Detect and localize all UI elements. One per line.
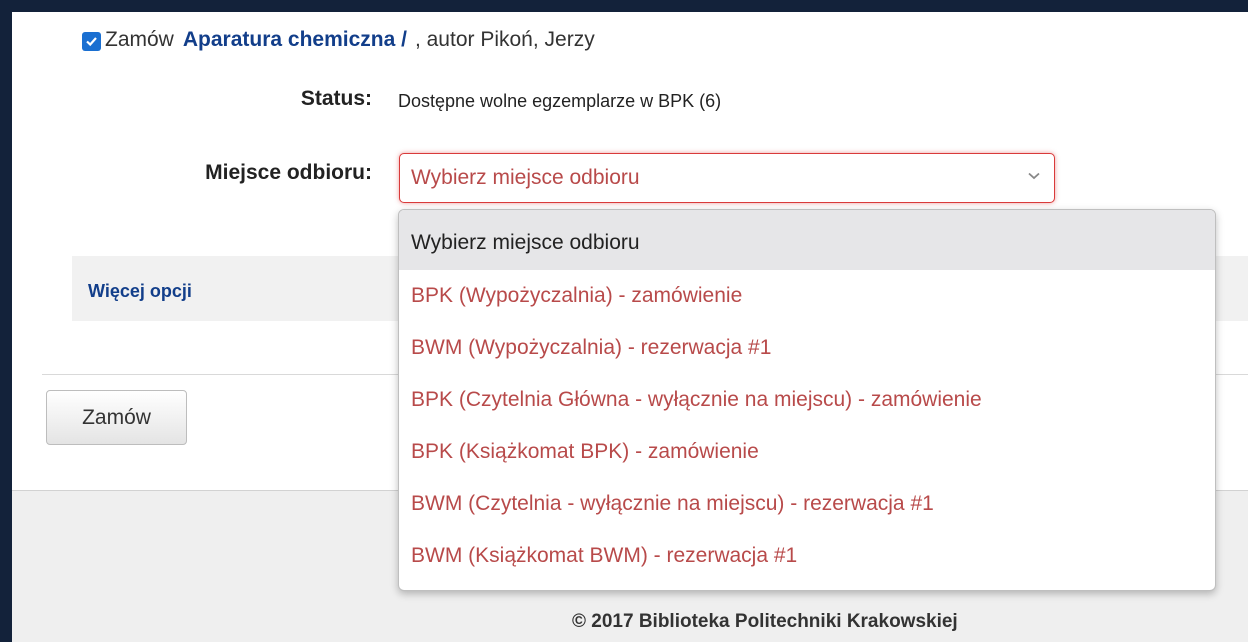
pickup-select-value: Wybierz miejsce odbioru: [411, 166, 640, 189]
pickup-option[interactable]: BWM (Wypożyczalnia) - rezerwacja #1: [399, 322, 1215, 374]
status-label: Status:: [300, 87, 372, 110]
pickup-dropdown-list: Wybierz miejsce odbioru BPK (Wypożyczaln…: [398, 209, 1216, 591]
order-panel: © 2017 Biblioteka Politechniki Krakowski…: [12, 12, 1248, 642]
pickup-select[interactable]: Wybierz miejsce odbioru: [399, 153, 1055, 203]
book-author: , autor Pikoń, Jerzy: [414, 28, 595, 51]
order-checkbox[interactable]: [82, 32, 101, 51]
more-options-link[interactable]: Więcej opcji: [88, 281, 192, 302]
pickup-label: Miejsce odbioru:: [205, 161, 372, 184]
order-button[interactable]: Zamów: [46, 390, 187, 445]
footer-copyright: © 2017 Biblioteka Politechniki Krakowski…: [572, 611, 958, 632]
chevron-down-icon: [1028, 172, 1040, 180]
pickup-option[interactable]: Wybierz miejsce odbioru: [399, 210, 1215, 270]
pickup-option[interactable]: BPK (Wypożyczalnia) - zamówienie: [399, 270, 1215, 322]
order-item-line: Zamów Aparatura chemiczna / , autor Piko…: [82, 28, 595, 52]
pickup-option[interactable]: BWM (Czytelnia - wyłącznie na miejscu) -…: [399, 478, 1215, 530]
pickup-option[interactable]: BPK (Książkomat BPK) - zamówienie: [399, 426, 1215, 478]
pickup-option[interactable]: BWM (Książkomat BWM) - rezerwacja #1: [399, 530, 1215, 582]
book-title-link[interactable]: Aparatura chemiczna /: [183, 28, 407, 52]
status-value: Dostępne wolne egzemplarze w BPK (6): [398, 91, 722, 111]
checkmark-icon: [86, 37, 97, 47]
order-checkbox-label: Zamów: [105, 28, 174, 51]
pickup-option[interactable]: BPK (Czytelnia Główna - wyłącznie na mie…: [399, 374, 1215, 426]
